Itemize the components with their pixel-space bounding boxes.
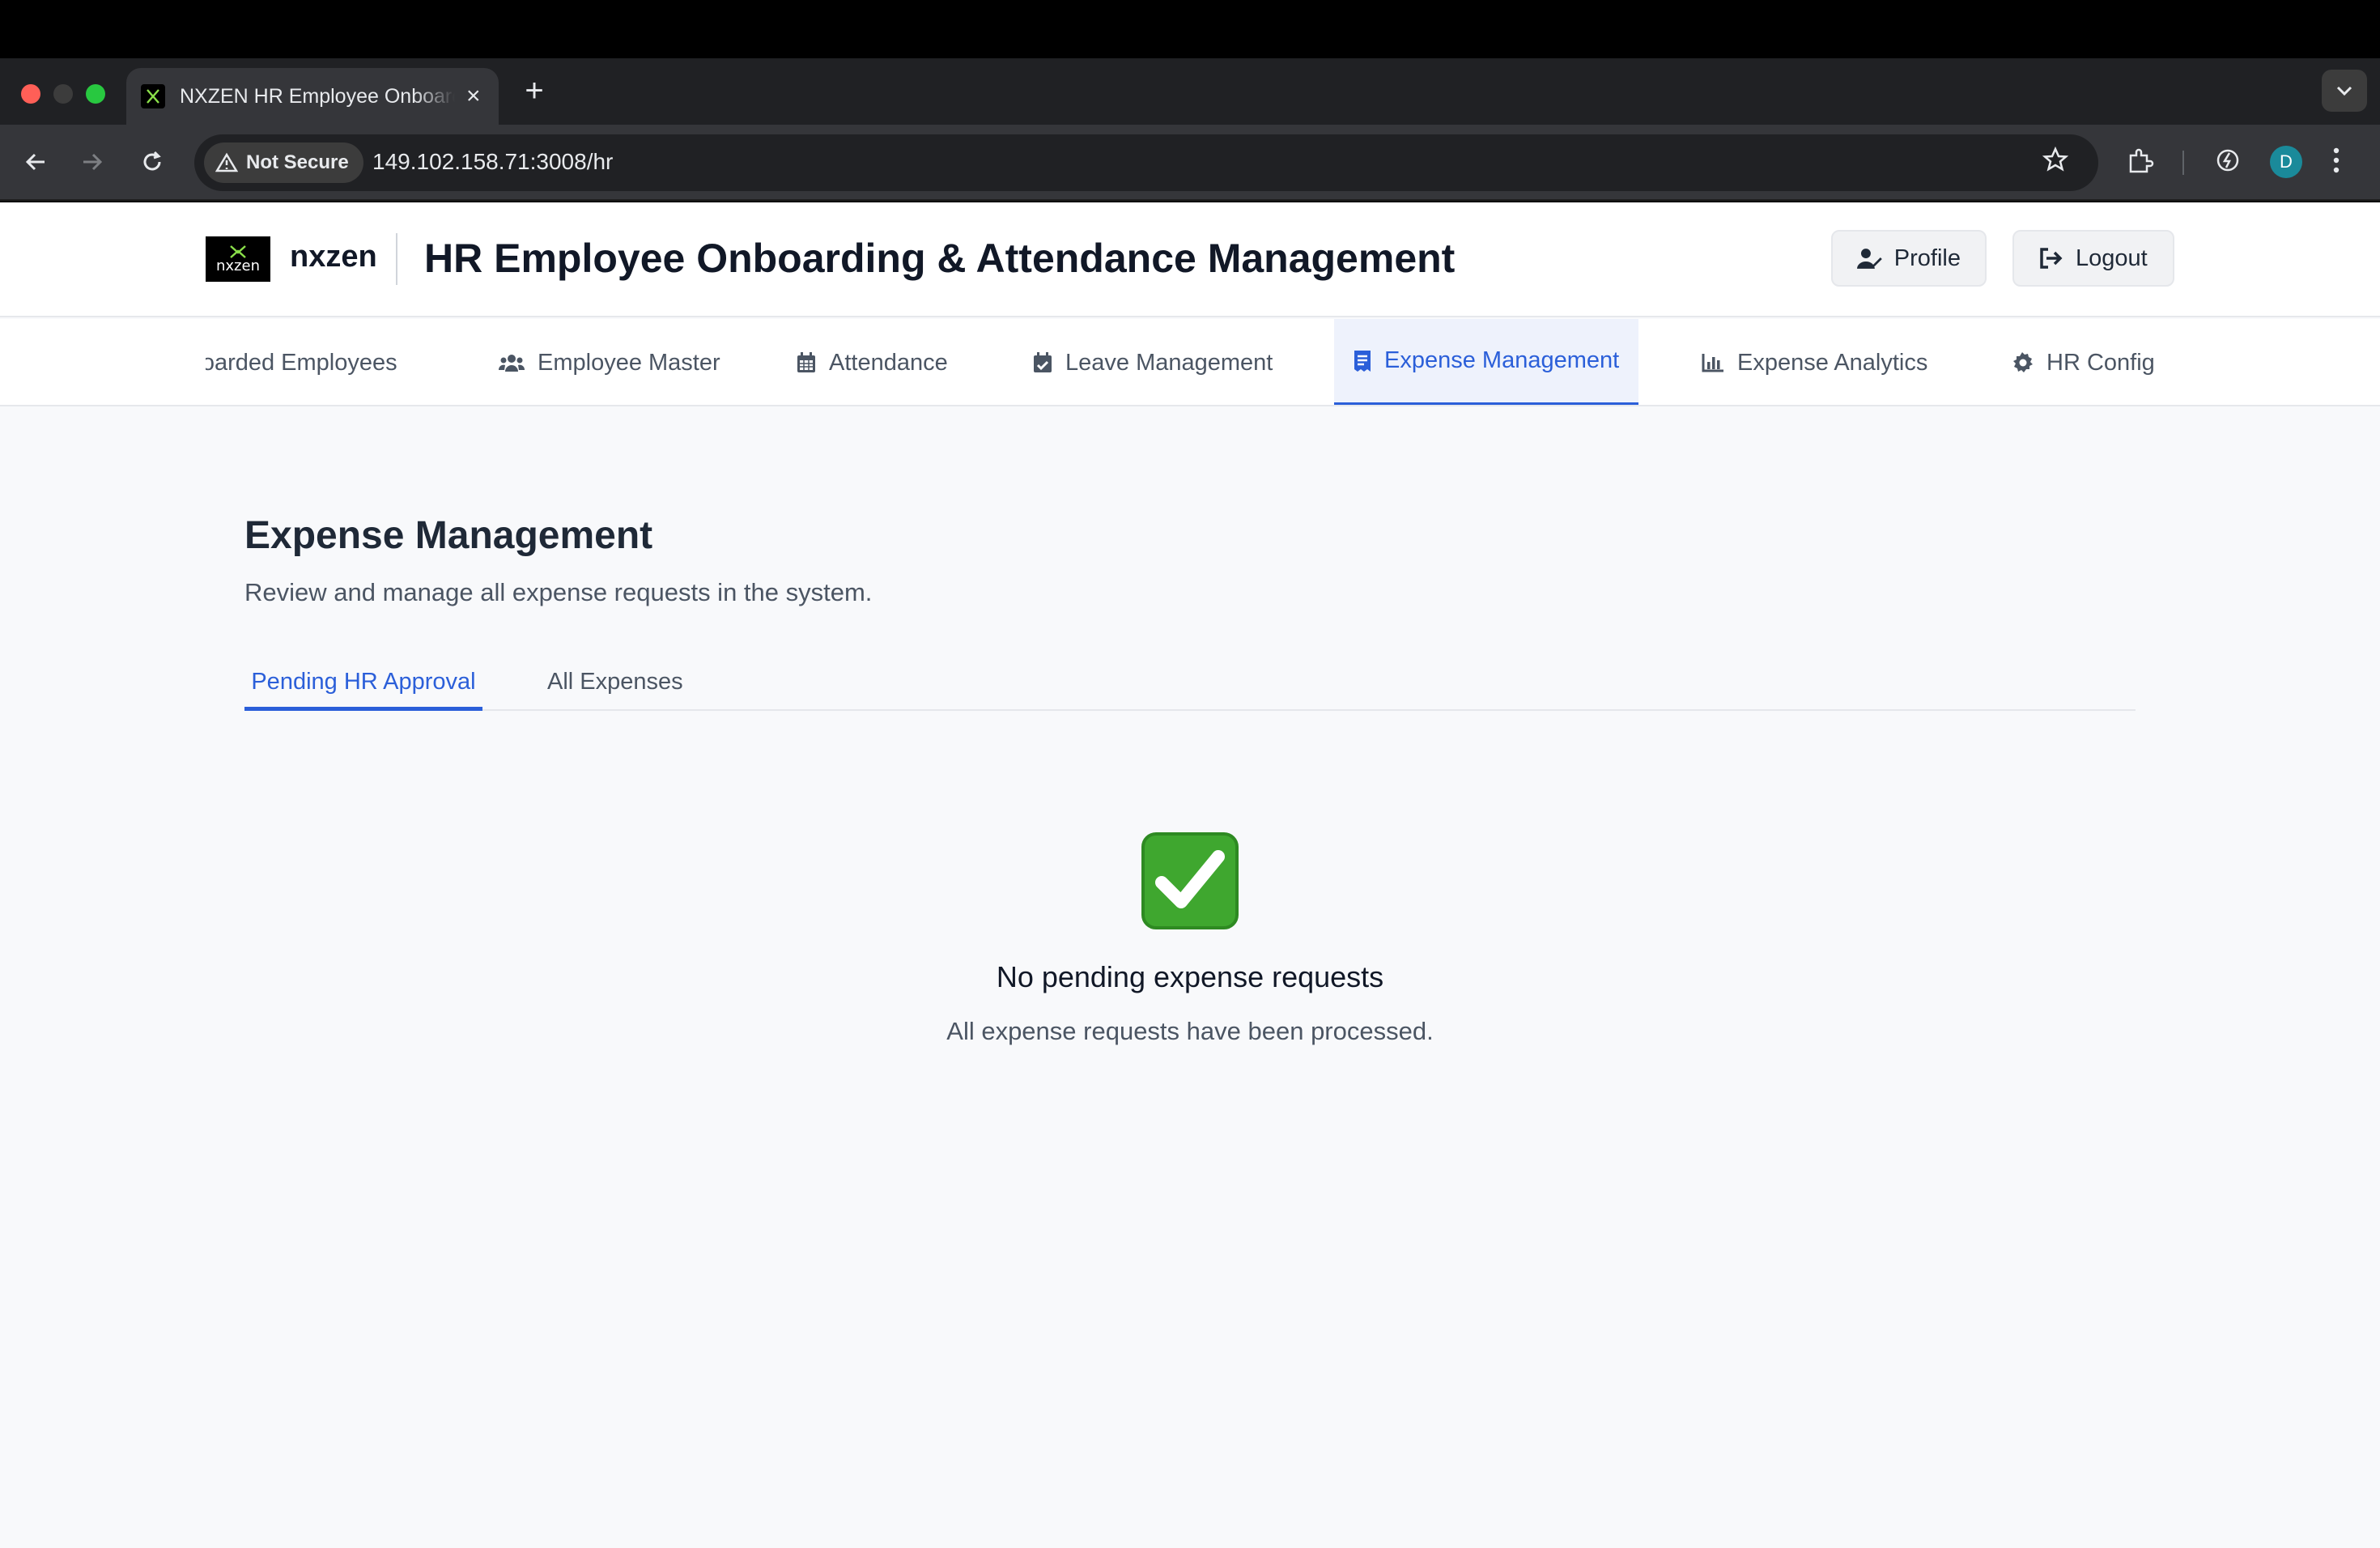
page-content: nxzen nxzen HR Employee Onboarding & Att… [0, 202, 2380, 1548]
empty-state-message: All expense requests have been processed… [946, 1017, 1434, 1045]
nav-item-expense-management[interactable]: Expense Management [1334, 319, 1639, 405]
extensions-puzzle-icon[interactable] [2126, 146, 2155, 179]
nxzen-logo: nxzen [206, 236, 270, 282]
bar-chart-icon [1702, 354, 1723, 372]
url-text[interactable]: 149.102.158.71:3008/hr [372, 149, 613, 175]
nav-item-hr-config[interactable]: HR Config [2011, 319, 2155, 405]
forward-button[interactable] [74, 144, 110, 180]
brand-name: nxzen [290, 240, 377, 274]
nav-item-attendance[interactable]: Attendance [797, 319, 948, 405]
nxzen-favicon-icon [141, 84, 165, 108]
expense-tabs: Pending HR Approval All Expenses [244, 666, 2136, 711]
bookmark-star-icon[interactable] [2042, 146, 2069, 177]
performance-icon[interactable] [2213, 146, 2242, 179]
nav-item-label: Expense Analytics [1737, 349, 1928, 376]
reload-icon [143, 151, 161, 171]
security-label: Not Secure [246, 151, 349, 173]
tab-pending-hr-approval[interactable]: Pending HR Approval [244, 666, 482, 711]
app-header: nxzen nxzen HR Employee Onboarding & Att… [0, 202, 2380, 317]
arrow-left-icon [25, 153, 45, 171]
nav-item-label: HR Config [2046, 349, 2155, 376]
sign-out-icon [2040, 248, 2063, 269]
header-divider [396, 233, 397, 285]
window-close-button[interactable] [21, 84, 40, 104]
nav-item-label: Leave Management [1065, 349, 1273, 376]
logo-text: nxzen [216, 257, 260, 274]
toolbar-divider [2182, 151, 2184, 175]
logout-button[interactable]: Logout [2012, 230, 2174, 287]
tab-all-expenses[interactable]: All Expenses [541, 666, 690, 711]
users-icon [499, 355, 525, 372]
window-minimize-button[interactable] [53, 84, 73, 104]
back-button[interactable] [18, 144, 53, 180]
calendar-check-icon [1034, 352, 1052, 372]
tab-search-button[interactable] [2322, 70, 2367, 112]
nav-item-label: Onboarded Employees [206, 349, 397, 376]
profile-avatar[interactable]: D [2270, 146, 2302, 178]
more-menu-icon[interactable] [2331, 144, 2341, 181]
arrow-right-icon [83, 153, 103, 171]
nav-item-leave-management[interactable]: Leave Management [1033, 319, 1273, 405]
gear-icon [2013, 352, 2033, 372]
nav-item-label: Expense Management [1384, 347, 1620, 373]
browser-tab[interactable]: NXZEN HR Employee Onboarding & Attendanc… [126, 68, 499, 125]
nav-item-label: Attendance [829, 349, 948, 376]
nav-item-onboarded-employees[interactable]: Onboarded Employees [206, 319, 397, 405]
browser-tab-title: NXZEN HR Employee Onboarding & Attendanc… [180, 84, 455, 108]
warning-triangle-icon [215, 152, 238, 172]
main-nav: Onboarded Employees Employee Master Atte… [0, 319, 2380, 406]
window-maximize-button[interactable] [86, 84, 105, 104]
nav-scroll-clip: Onboarded Employees [206, 319, 546, 405]
calendar-icon [797, 352, 815, 372]
screen-top-bar [0, 0, 2380, 58]
tab-close-icon[interactable]: × [466, 84, 481, 108]
check-mark-icon [1141, 832, 1239, 929]
page-subtitle: Review and manage all expense requests i… [244, 578, 873, 606]
logout-label: Logout [2076, 245, 2148, 271]
nav-item-expense-analytics[interactable]: Expense Analytics [1702, 319, 1928, 405]
security-indicator[interactable]: Not Secure [204, 142, 363, 183]
profile-button[interactable]: Profile [1831, 230, 1987, 287]
page-title: Expense Management [244, 514, 653, 557]
app-title: HR Employee Onboarding & Attendance Mana… [424, 236, 1456, 281]
nav-item-employee-master[interactable]: Employee Master [499, 319, 720, 405]
empty-state-title: No pending expense requests [996, 960, 1384, 993]
new-tab-button[interactable]: + [518, 74, 550, 107]
nav-item-label: Employee Master [538, 349, 720, 376]
reload-button[interactable] [134, 144, 170, 180]
chevron-down-icon [2336, 86, 2352, 96]
receipt-icon [1354, 350, 1371, 372]
user-edit-icon [1857, 249, 1882, 269]
profile-label: Profile [1893, 245, 1961, 271]
